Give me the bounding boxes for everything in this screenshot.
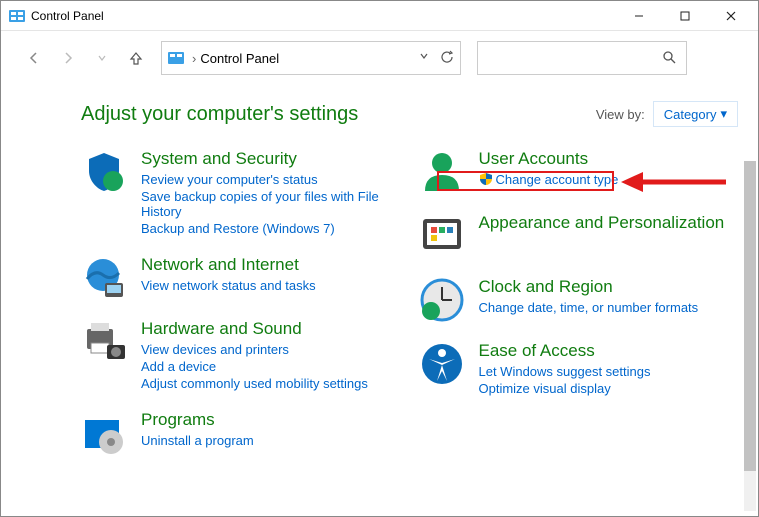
category-link[interactable]: Let Windows suggest settings [479, 364, 651, 379]
category-title[interactable]: Clock and Region [479, 277, 699, 297]
up-button[interactable] [121, 42, 151, 74]
category-clock-region: Clock and Region Change date, time, or n… [419, 277, 739, 323]
category-title[interactable]: Ease of Access [479, 341, 651, 361]
category-link[interactable]: Save backup copies of your files with Fi… [141, 189, 401, 219]
shield-security-icon[interactable] [81, 149, 127, 195]
title-bar: Control Panel [1, 1, 758, 31]
breadcrumb-current[interactable]: Control Panel [200, 51, 279, 66]
category-appearance: Appearance and Personalization [419, 213, 739, 259]
category-column-left: System and Security Review your computer… [81, 149, 401, 456]
category-network-internet: Network and Internet View network status… [81, 255, 401, 301]
search-icon [662, 50, 676, 67]
user-account-icon[interactable] [419, 149, 465, 195]
category-column-right: User Accounts Change account type [419, 149, 739, 456]
category-user-accounts: User Accounts Change account type [419, 149, 739, 195]
printer-hardware-icon[interactable] [81, 319, 127, 365]
category-hardware-sound: Hardware and Sound View devices and prin… [81, 319, 401, 392]
chevron-down-icon: ▾ [720, 106, 727, 122]
category-link[interactable]: Uninstall a program [141, 433, 254, 448]
category-ease-of-access: Ease of Access Let Windows suggest setti… [419, 341, 739, 397]
window-title: Control Panel [31, 9, 104, 23]
forward-button[interactable] [53, 42, 83, 74]
globe-network-icon[interactable] [81, 255, 127, 301]
category-link[interactable]: Review your computer's status [141, 172, 401, 187]
category-title[interactable]: User Accounts [479, 149, 619, 169]
chevron-down-icon[interactable] [418, 50, 430, 67]
category-title[interactable]: Hardware and Sound [141, 319, 368, 339]
address-bar[interactable]: › Control Panel [161, 41, 461, 75]
accessibility-icon[interactable] [419, 341, 465, 387]
view-by-label: View by: [596, 107, 645, 122]
control-panel-icon [168, 50, 184, 66]
link-change-account-type[interactable]: Change account type [479, 172, 619, 189]
close-button[interactable] [708, 1, 754, 31]
appearance-icon[interactable] [419, 213, 465, 259]
category-title[interactable]: Appearance and Personalization [479, 213, 725, 233]
search-box[interactable] [477, 41, 687, 75]
page-heading: Adjust your computer's settings [81, 103, 358, 126]
back-button[interactable] [19, 42, 49, 74]
uac-shield-icon [479, 172, 493, 189]
category-link[interactable]: Backup and Restore (Windows 7) [141, 221, 401, 236]
maximize-button[interactable] [662, 1, 708, 31]
view-by-value: Category [664, 107, 717, 122]
programs-icon[interactable] [81, 410, 127, 456]
scrollbar-thumb[interactable] [744, 161, 756, 471]
clock-icon[interactable] [419, 277, 465, 323]
category-link[interactable]: Change date, time, or number formats [479, 300, 699, 315]
minimize-button[interactable] [616, 1, 662, 31]
chevron-right-icon[interactable]: › [192, 51, 196, 66]
category-link[interactable]: Adjust commonly used mobility settings [141, 376, 368, 391]
view-by-control: View by: Category ▾ [596, 101, 738, 127]
content-area: Adjust your computer's settings View by:… [1, 79, 758, 516]
category-programs: Programs Uninstall a program [81, 410, 401, 456]
category-system-security: System and Security Review your computer… [81, 149, 401, 237]
recent-locations-button[interactable] [87, 42, 117, 74]
vertical-scrollbar[interactable] [744, 161, 756, 511]
view-by-dropdown[interactable]: Category ▾ [653, 101, 738, 127]
category-title[interactable]: Programs [141, 410, 254, 430]
category-title[interactable]: Network and Internet [141, 255, 316, 275]
control-panel-icon [9, 8, 25, 24]
category-title[interactable]: System and Security [141, 149, 401, 169]
category-link[interactable]: View network status and tasks [141, 278, 316, 293]
category-link[interactable]: Optimize visual display [479, 381, 651, 396]
category-link[interactable]: Add a device [141, 359, 368, 374]
refresh-icon[interactable] [440, 50, 454, 67]
category-link[interactable]: View devices and printers [141, 342, 368, 357]
link-text: Change account type [496, 172, 619, 187]
